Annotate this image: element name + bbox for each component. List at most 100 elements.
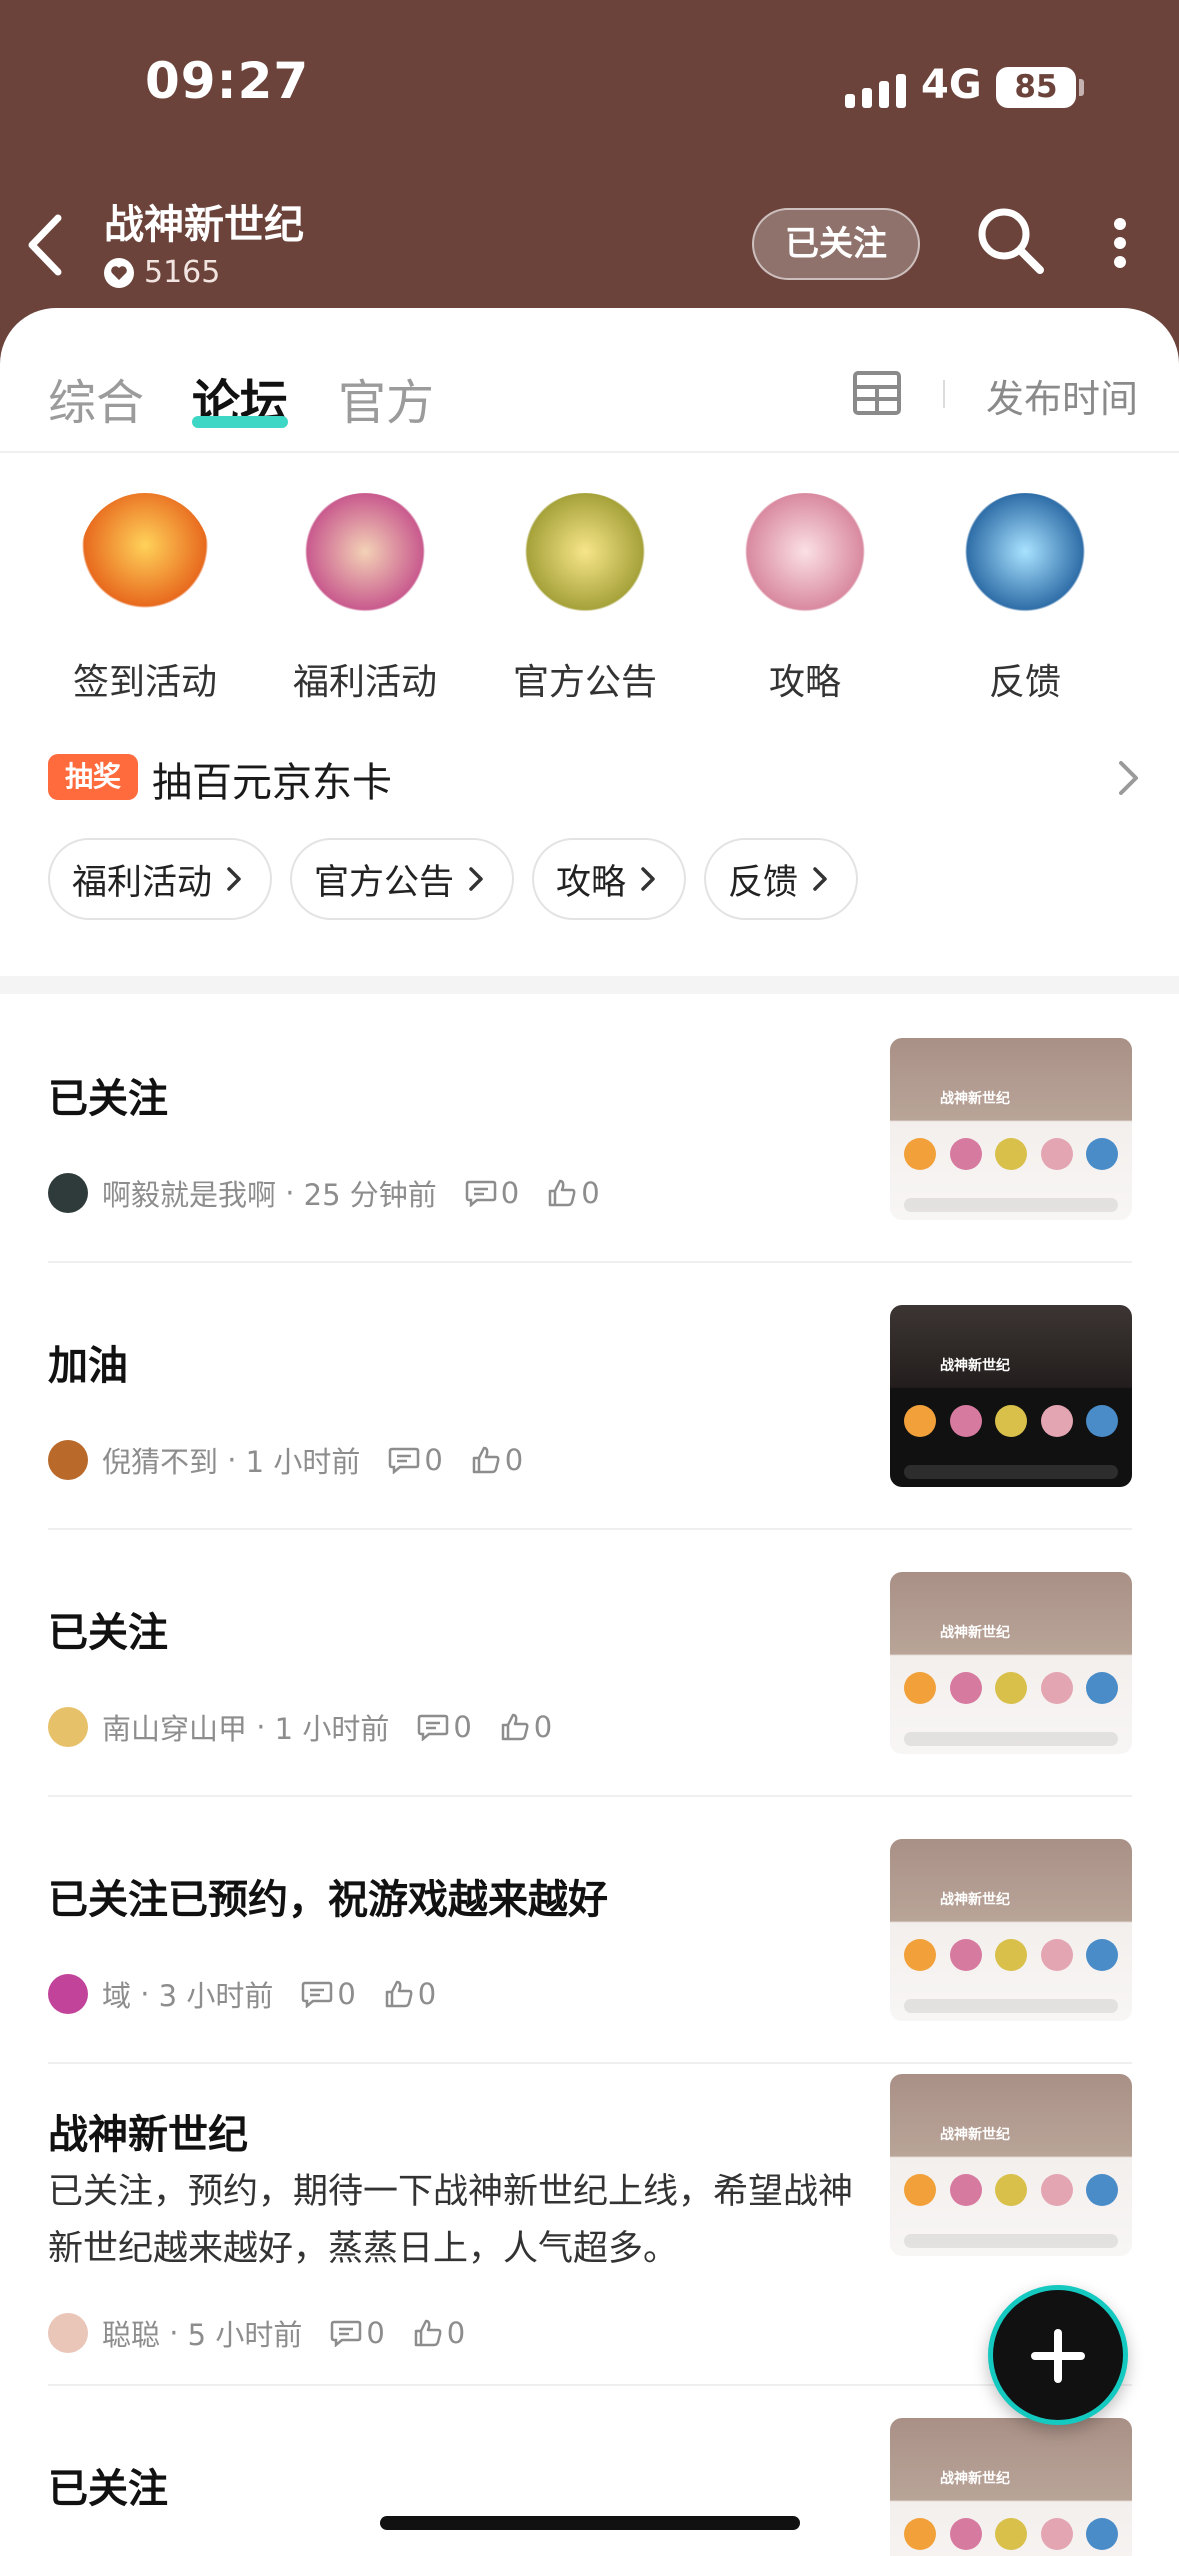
like-count[interactable]: 0 [547,1176,600,1210]
post-meta: 域 · 3 小时前 0 0 [48,1973,436,2015]
post-item[interactable]: 已关注 战神新世纪 [48,2386,1132,2556]
thumbnail-title: 战神新世纪 [940,1091,1010,1107]
more-vertical-icon [1114,218,1126,230]
like-count[interactable]: 0 [500,1710,552,1744]
thumbs-up-icon [472,1446,500,1474]
like-count[interactable]: 0 [471,1443,523,1477]
like-count[interactable]: 0 [384,1977,436,2011]
chip-feedback[interactable]: 反馈 [704,838,859,920]
chevron-right-icon [1119,761,1138,795]
avatar[interactable] [48,1440,88,1480]
search-icon [978,208,1044,274]
chip-benefits[interactable]: 福利活动 [48,838,273,920]
section-divider [0,976,1179,994]
post-item[interactable]: 已关注 南山穿山甲 · 1 小时前 0 0 战神新世纪 [48,1530,1132,1797]
status-bar: 09:27 4G 85 [0,0,1179,170]
category-feedback[interactable]: 反馈 [915,493,1135,705]
post-thumbnail[interactable]: 战神新世纪 [890,1038,1132,1220]
post-author: 啊毅就是我啊 [102,1178,277,1212]
follow-button[interactable]: 已关注 [752,208,920,280]
post-title: 已关注 [48,2466,168,2512]
comment-icon [302,1981,333,2008]
category-avatar [80,493,210,623]
comment-value: 0 [337,1977,356,2011]
post-item[interactable]: 战神新世纪 已关注，预约，期待一下战神新世纪上线，希望战神新世纪越来越好，蒸蒸日… [48,2064,1132,2386]
post-meta: 倪猜不到 · 1 小时前 0 0 [48,1439,523,1481]
post-thumbnail[interactable]: 战神新世纪 [890,2074,1132,2256]
thumbnail-title: 战神新世纪 [940,1892,1010,1908]
tab-active-indicator [192,416,288,428]
thumbnail-title: 战神新世纪 [940,2127,1010,2143]
post-thumbnail[interactable]: 战神新世纪 [890,2418,1132,2556]
post-author: 南山穿山甲 [102,1712,248,1746]
sort-button[interactable]: 发布时间 [986,368,1138,423]
post-item[interactable]: 加油 倪猜不到 · 1 小时前 0 0 战神新世纪 [48,1263,1132,1530]
category-avatar [520,493,650,623]
tab-official[interactable]: 官方 [338,363,434,433]
post-title: 已关注 [48,1076,168,1122]
comment-count[interactable]: 0 [388,1443,443,1477]
battery-tip [1079,79,1084,96]
comment-count[interactable]: 0 [465,1176,519,1210]
post-title: 加油 [48,1343,128,1389]
category-benefits[interactable]: 福利活动 [255,493,475,705]
category-label: 签到活动 [72,662,217,703]
avatar[interactable] [48,2313,88,2353]
post-time: 25 分钟前 [303,1178,437,1212]
signal-icon [845,68,906,108]
chip-guides[interactable]: 攻略 [532,838,687,920]
divider [943,380,945,408]
category-label: 攻略 [768,662,841,703]
comment-value: 0 [500,1176,520,1210]
post-time: 1 小时前 [274,1712,390,1746]
back-button[interactable] [18,210,78,280]
post-time: 1 小时前 [245,1445,361,1479]
comment-count[interactable]: 0 [301,1977,356,2011]
post-item[interactable]: 已关注已预约，祝游戏越来越好 域 · 3 小时前 0 0 战神新世纪 [48,1797,1132,2064]
tab-overview[interactable]: 综合 [48,363,144,433]
category-announcements[interactable]: 官方公告 [475,493,695,705]
lottery-text: 抽百元京东卡 [152,760,392,806]
category-label: 反馈 [988,662,1061,703]
post-thumbnail[interactable]: 战神新世纪 [890,1839,1132,2021]
thumbs-up-icon [501,1713,529,1741]
avatar[interactable] [48,1707,88,1747]
comment-count[interactable]: 0 [330,2316,385,2350]
thumbnail-title: 战神新世纪 [940,1358,1010,1374]
avatar[interactable] [48,1173,88,1213]
status-time: 09:27 [145,52,310,110]
category-checkin[interactable]: 签到活动 [35,493,255,705]
like-value: 0 [581,1176,600,1210]
chevron-right-icon [641,867,655,891]
comment-count[interactable]: 0 [417,1710,472,1744]
post-item[interactable]: 已关注 啊毅就是我啊 · 25 分钟前 0 0 战神新世纪 [48,996,1132,1263]
likes-count: 5165 [104,255,220,290]
like-value: 0 [504,1443,524,1477]
post-thumbnail[interactable]: 战神新世纪 [890,1305,1132,1487]
comment-icon [389,1447,420,1474]
content-sheet: 综合 论坛 官方 发布时间 签到活动 福利活动 官方公告 攻略 反馈 抽奖 抽百… [0,308,1179,2556]
grid-layout-icon[interactable] [853,371,901,415]
post-time: 5 小时前 [187,2318,303,2352]
more-button[interactable] [1100,210,1140,276]
chip-announcements[interactable]: 官方公告 [290,838,515,920]
chip-label: 攻略 [556,862,627,903]
category-chips: 福利活动 官方公告 攻略 反馈 [48,838,859,920]
comment-value: 0 [424,1443,443,1477]
chevron-right-icon [813,867,827,891]
chevron-left-icon [28,214,62,276]
post-title: 已关注已预约，祝游戏越来越好 [48,1877,608,1923]
like-count[interactable]: 0 [413,2316,465,2350]
battery-icon: 85 [996,67,1076,108]
chevron-right-icon [227,867,241,891]
post-thumbnail[interactable]: 战神新世纪 [890,1572,1132,1754]
search-button[interactable] [970,200,1050,280]
category-guides[interactable]: 攻略 [695,493,915,705]
new-post-button[interactable] [988,2285,1128,2425]
like-value: 0 [533,1710,553,1744]
home-indicator[interactable] [380,2516,800,2530]
comment-icon [331,2320,362,2347]
thumbnail-title: 战神新世纪 [940,2471,1010,2487]
lottery-banner[interactable]: 抽奖 抽百元京东卡 [48,740,1148,820]
avatar[interactable] [48,1974,88,2014]
